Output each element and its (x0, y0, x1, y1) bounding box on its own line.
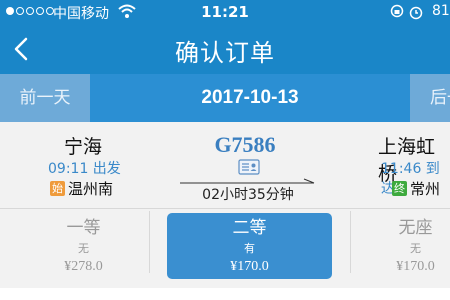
terminal-tag: 终 (392, 181, 407, 196)
divider (149, 211, 150, 273)
terminal-station-name: 常州 (410, 180, 441, 198)
seat-price: ¥170.0 (396, 259, 435, 274)
departure-time: 09:11 出发 (48, 161, 121, 177)
seat-name: 二等 (232, 218, 267, 238)
battery-percentage: 81 (432, 3, 450, 19)
origin-tag: 始 (50, 181, 65, 196)
seat-availability: 有 (244, 242, 255, 255)
seat-option-first-class[interactable]: 一等 无 ¥278.0 (1, 213, 166, 279)
page-title: 确认订单 (175, 39, 275, 67)
status-bar: 中国移动 11:21 81 (0, 0, 450, 24)
train-number: G7586 (214, 132, 276, 157)
origin-station-name: 温州南 (68, 180, 114, 198)
seat-price: ¥278.0 (64, 259, 103, 274)
travel-duration: 02小时35分钟 (202, 187, 294, 203)
carrier-name: 中国移动 (53, 6, 109, 22)
previous-day-button[interactable]: 前一天 (0, 74, 90, 122)
seat-availability: 无 (410, 242, 421, 255)
alarm-clock-icon (409, 6, 423, 20)
rotation-lock-icon (390, 4, 404, 18)
seat-type-selector: 一等 无 ¥278.0 二等 有 ¥170.0 无座 无 ¥170.0 (0, 208, 450, 300)
wifi-icon (118, 4, 136, 18)
seat-name: 无座 (398, 218, 433, 238)
selected-date[interactable]: 2017-10-13 (90, 74, 410, 122)
content-area-edge (0, 288, 450, 300)
origin-station: 始 温州南 (50, 178, 113, 199)
signal-strength-icon (6, 7, 54, 15)
train-info-panel: 宁海 09:11 出发 始 温州南 G7586 02小时35分钟 上海虹桥 11… (0, 122, 450, 208)
seat-name: 一等 (66, 218, 101, 238)
date-selector-bar: 前一天 2017-10-13 后一 (0, 74, 450, 122)
clock: 11:21 (201, 3, 249, 21)
seat-option-no-seat[interactable]: 无座 无 ¥170.0 (333, 213, 450, 279)
navigation-bar: 确认订单 (0, 24, 450, 74)
terminal-station: 终 常州 (392, 178, 440, 199)
seat-price: ¥170.0 (230, 259, 269, 274)
next-day-button[interactable]: 后一 (410, 74, 450, 122)
seat-availability: 无 (78, 242, 89, 255)
seat-option-second-class[interactable]: 二等 有 ¥170.0 (167, 213, 332, 279)
timetable-icon[interactable] (238, 159, 260, 175)
departure-station: 宁海 (64, 136, 103, 158)
